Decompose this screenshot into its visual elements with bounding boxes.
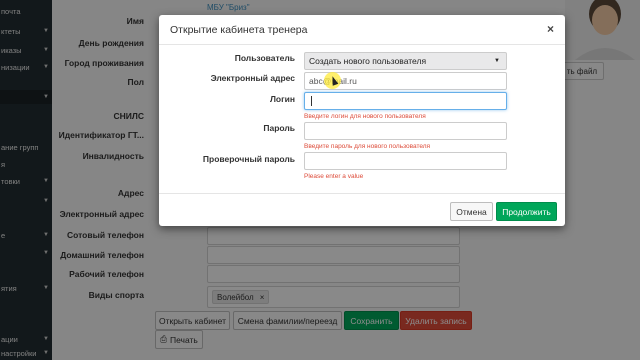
cancel-button[interactable]: Отмена: [450, 202, 493, 221]
text-caret: [311, 96, 312, 106]
user-select[interactable]: Создать нового пользователя ▼: [304, 52, 507, 70]
login-input[interactable]: [304, 92, 507, 110]
close-icon[interactable]: ×: [547, 22, 554, 36]
password-label: Пароль: [263, 123, 295, 133]
confirm-password-label: Проверочный пароль: [202, 154, 295, 164]
open-trainer-cabinet-modal: Открытие кабинета тренера × Пользователь…: [159, 15, 565, 226]
confirm-password-input[interactable]: [304, 152, 507, 170]
chevron-down-icon: ▼: [494, 58, 500, 64]
user-select-value: Создать нового пользователя: [309, 56, 427, 66]
login-label: Логин: [269, 94, 295, 104]
modal-title: Открытие кабинета тренера: [170, 24, 308, 36]
password-input[interactable]: [304, 122, 507, 140]
user-label: Пользователь: [234, 53, 295, 63]
password-error: Введите пароль для нового пользователя: [304, 143, 431, 150]
continue-label: Продолжить: [502, 206, 551, 217]
cancel-label: Отмена: [456, 206, 487, 217]
confirm-password-error: Please enter a value: [304, 173, 364, 180]
email-label: Электронный адрес: [210, 73, 295, 83]
modal-header: Открытие кабинета тренера ×: [159, 15, 565, 45]
login-error: Введите логин для нового пользователя: [304, 113, 426, 120]
modal-footer: Отмена Продолжить: [159, 193, 565, 226]
continue-button[interactable]: Продолжить: [496, 202, 557, 221]
